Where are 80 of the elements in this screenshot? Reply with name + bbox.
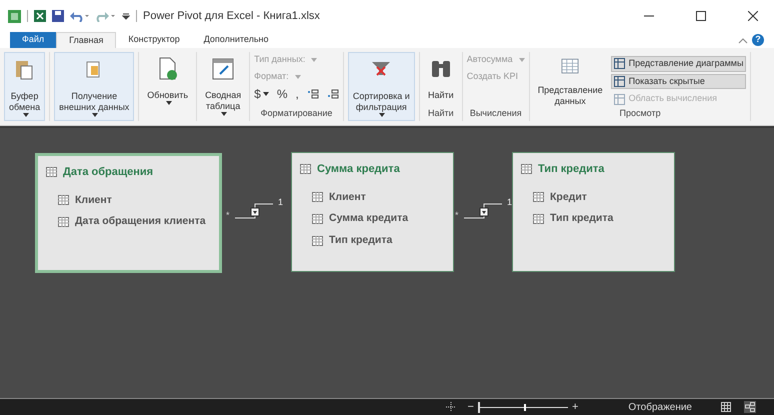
group-label: Форматирование bbox=[260, 107, 334, 120]
one-label: 1 bbox=[507, 196, 512, 209]
undo-icon[interactable] bbox=[70, 10, 90, 22]
table-icon bbox=[533, 192, 544, 202]
app-icon bbox=[8, 10, 21, 22]
ribbon-button[interactable]: Буфер обмена bbox=[4, 52, 46, 121]
move-icon[interactable] bbox=[446, 402, 456, 412]
column-name: Кредит bbox=[550, 190, 587, 204]
dropdown-caret-icon bbox=[166, 101, 172, 105]
view-icon bbox=[614, 94, 625, 105]
table-icon bbox=[312, 236, 323, 246]
view-label: Отображение bbox=[628, 400, 692, 414]
ribbon-button[interactable]: Представление данных bbox=[534, 52, 607, 107]
many-label: * bbox=[226, 209, 230, 222]
dropdown-caret-icon bbox=[311, 58, 318, 62]
save-icon[interactable] bbox=[52, 10, 64, 22]
dropdown-caret-icon bbox=[262, 92, 269, 96]
zoom-slider-thumb[interactable] bbox=[524, 404, 526, 410]
dropdown-caret-icon bbox=[294, 74, 301, 78]
one-label: 1 bbox=[278, 196, 284, 209]
ribbon-button[interactable]: Сортировка и фильтрация bbox=[348, 52, 415, 121]
table-name: Сумма кредита bbox=[317, 162, 400, 177]
table-card[interactable]: Дата обращения Клиент Дата обращения клиента bbox=[35, 153, 222, 273]
ribbon-tab[interactable]: Главная bbox=[56, 32, 116, 48]
group-label: Вычисления bbox=[468, 107, 523, 120]
ribbon-icon bbox=[210, 56, 236, 82]
help-button[interactable]: ? bbox=[752, 34, 764, 46]
table-icon bbox=[312, 214, 323, 224]
table-icon bbox=[521, 164, 532, 174]
maximize-icon[interactable] bbox=[696, 11, 706, 21]
dropdown-caret-icon bbox=[379, 113, 386, 117]
dropdown-caret-icon bbox=[518, 58, 525, 62]
diagram-view-icon[interactable] bbox=[744, 401, 756, 413]
table-icon bbox=[58, 195, 69, 206]
window-title: Power Pivot для Excel - Книга1.xlsx bbox=[143, 8, 320, 24]
ribbon-button[interactable]: Обновить bbox=[143, 52, 192, 121]
table-icon bbox=[312, 192, 323, 202]
view-icon bbox=[614, 76, 625, 87]
column-name: Тип кредита bbox=[550, 211, 614, 226]
zoom-in-button[interactable]: + bbox=[572, 398, 578, 415]
group-label: Просмотр bbox=[618, 107, 662, 120]
ribbon-tab[interactable]: Конструктор bbox=[116, 32, 192, 48]
zoom-slider-track[interactable] bbox=[478, 402, 568, 412]
decrease-decimal-icon bbox=[326, 89, 339, 99]
dropdown-caret-icon bbox=[22, 113, 29, 117]
format-button[interactable]: % bbox=[276, 85, 288, 103]
collapse-ribbon-icon[interactable] bbox=[738, 38, 748, 44]
column-name: Клиент bbox=[329, 190, 366, 204]
ribbon-toggle[interactable]: Показать скрытые bbox=[610, 74, 746, 90]
dropdown-caret-icon bbox=[221, 112, 228, 116]
table-card[interactable]: Сумма кредита Клиент Сумма кредита Тип кредита bbox=[291, 152, 454, 272]
ribbon-button[interactable]: Сводная таблица bbox=[201, 52, 246, 121]
view-icon bbox=[614, 58, 625, 70]
ribbon-button[interactable]: Получение внешних данных bbox=[54, 52, 134, 121]
ribbon-button[interactable]: Найти bbox=[424, 52, 458, 107]
ribbon-toggle[interactable]: Представление диаграммы bbox=[610, 56, 746, 72]
column-name: Тип кредита bbox=[329, 233, 392, 248]
table-name: Дата обращения bbox=[63, 165, 154, 180]
ribbon-tab[interactable]: Дополнительно bbox=[192, 32, 281, 48]
table-card[interactable]: Тип кредита Кредит Тип кредита bbox=[512, 152, 675, 272]
many-label: * bbox=[455, 209, 459, 222]
grid-view-icon[interactable] bbox=[720, 401, 732, 413]
table-name: Тип кредита bbox=[538, 162, 604, 177]
increase-decimal-icon bbox=[306, 89, 319, 99]
table-icon bbox=[300, 164, 311, 174]
spreadsheet-icon bbox=[34, 10, 46, 22]
close-icon[interactable] bbox=[748, 11, 758, 21]
format-button[interactable]: , bbox=[296, 85, 299, 103]
table-icon bbox=[533, 214, 544, 224]
ribbon-tab[interactable]: Файл bbox=[10, 32, 56, 48]
column-name: Сумма кредита bbox=[329, 211, 408, 226]
dropdown-caret-icon bbox=[92, 113, 98, 117]
customize-menu-icon[interactable] bbox=[122, 12, 130, 20]
zoom-out-button[interactable]: − bbox=[468, 398, 474, 415]
group-label: Найти bbox=[426, 107, 455, 120]
column-name: Клиент bbox=[75, 192, 112, 208]
column-name: Дата обращения клиента bbox=[75, 214, 206, 230]
table-icon bbox=[46, 167, 57, 178]
format-button[interactable]: $ bbox=[254, 85, 269, 103]
table-icon bbox=[58, 217, 69, 228]
